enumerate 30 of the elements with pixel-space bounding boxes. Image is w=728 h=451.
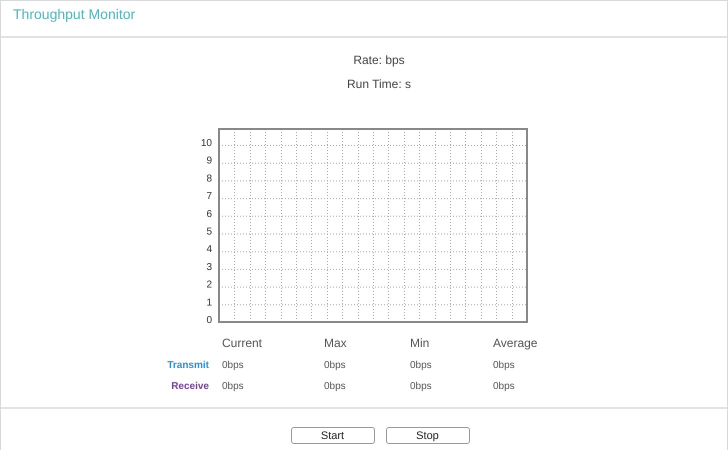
action-button[interactable]: Start <box>290 427 374 444</box>
axis-label: 4 <box>206 244 212 256</box>
column-header: Average <box>492 336 538 350</box>
axis-label: 2 <box>206 280 212 291</box>
axis-label: 9 <box>206 156 212 167</box>
column-header: Max <box>323 336 348 350</box>
table-cell-text: 0bps <box>221 381 245 392</box>
column-header: Min <box>409 336 430 350</box>
table-cell-text: 0bps <box>492 360 516 371</box>
table-cell-text: 0bps <box>323 381 347 392</box>
axis-label: 6 <box>206 208 212 220</box>
axis-label: 7 <box>206 191 212 202</box>
table-cell-text: 0bps <box>409 360 433 371</box>
column-header: Current <box>221 336 264 350</box>
axis-label: 10 <box>200 138 212 149</box>
axis-label: 3 <box>206 262 212 273</box>
axis-label: 5 <box>206 226 212 238</box>
table-cell-text: 0bps <box>409 381 433 392</box>
summary-text: Run Time: s <box>346 77 412 91</box>
action-button[interactable]: Stop <box>386 427 470 444</box>
table-cell-text: 0bps <box>492 381 516 392</box>
table-cell-text: 0bps <box>323 360 347 371</box>
table-cell-text: 0bps <box>221 360 245 371</box>
axis-label: 0 <box>206 315 212 326</box>
row-label: Receive <box>170 381 210 392</box>
axis-label: 1 <box>206 297 212 308</box>
axis-label: 8 <box>206 173 212 184</box>
summary-text: Rate: bps <box>353 53 405 67</box>
row-label: Transmit <box>166 360 210 371</box>
page-title: Throughput Monitor <box>13 6 136 22</box>
